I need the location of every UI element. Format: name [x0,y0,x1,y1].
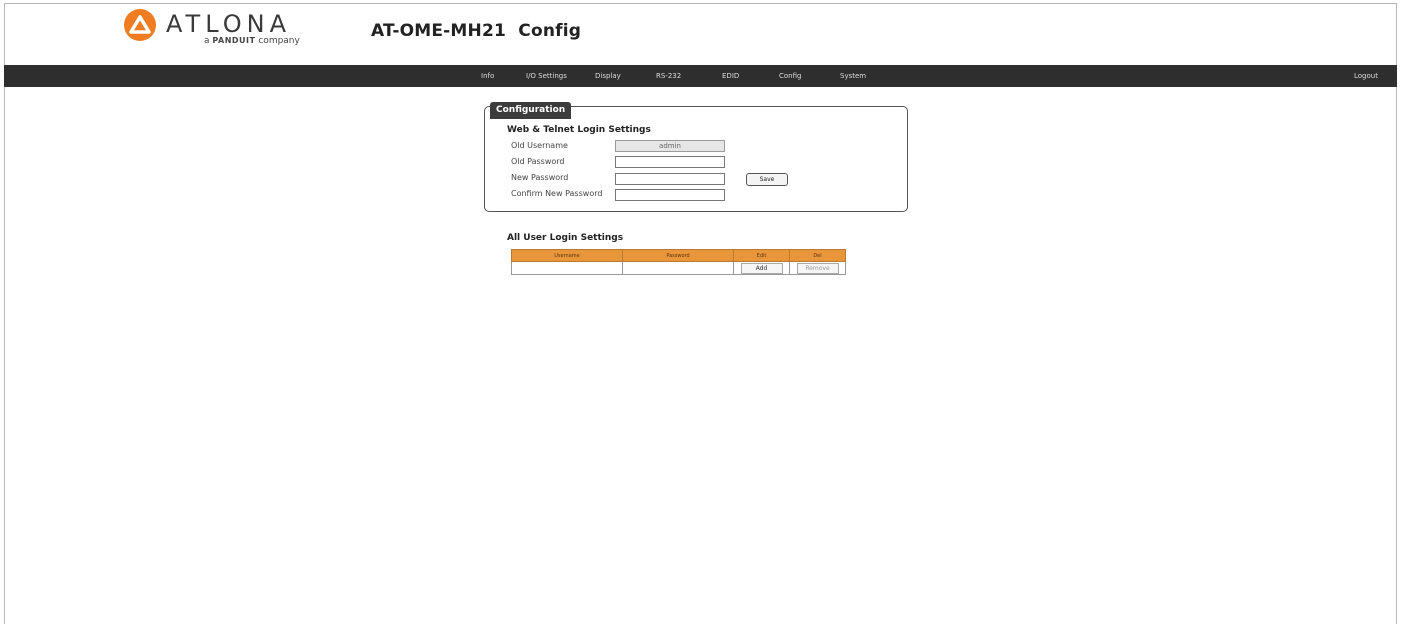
nav-info[interactable]: Info [481,65,494,87]
old-password-label: Old Password [511,157,565,166]
confirm-password-label: Confirm New Password [511,189,603,198]
edit-cell: Add [733,261,790,275]
logo-tagline: a PANDUIT company [204,36,300,46]
table-header-row: Username Password Edit Del [511,249,846,262]
nav-edid[interactable]: EDID [722,65,739,87]
new-password-field[interactable] [615,173,725,185]
column-header-del: Del [789,249,846,262]
old-username-field [615,140,725,152]
del-cell: Remove [789,261,846,275]
old-password-field[interactable] [615,156,725,168]
atlona-logo-icon [124,9,156,41]
logout-link[interactable]: Logout [1354,65,1378,87]
save-button[interactable]: Save [746,173,788,186]
user-login-table: Username Password Edit Del Add Remove [511,249,846,275]
page-title: AT-OME-MH21 Config [371,21,582,41]
main-nav: Info I/O Settings Display RS-232 EDID Co… [4,65,1397,87]
column-header-username: Username [511,249,623,262]
remove-button[interactable]: Remove [796,262,839,274]
web-telnet-section-title: Web & Telnet Login Settings [507,125,651,135]
column-header-password: Password [622,249,734,262]
column-header-edit: Edit [733,249,790,262]
password-cell [622,261,734,275]
new-password-label: New Password [511,173,569,182]
old-username-label: Old Username [511,141,568,150]
page-frame [4,3,1397,624]
nav-config[interactable]: Config [779,65,801,87]
username-cell [511,261,623,275]
nav-io-settings[interactable]: I/O Settings [526,65,567,87]
table-row: Add Remove [511,261,846,275]
configuration-tab: Configuration [490,102,572,119]
add-button[interactable]: Add [740,262,783,274]
nav-system[interactable]: System [840,65,866,87]
logo-wordmark: ATLONA [166,10,291,38]
confirm-password-field[interactable] [615,189,725,201]
nav-rs232[interactable]: RS-232 [656,65,681,87]
atlona-logo: ATLONA a PANDUIT company [122,7,302,47]
all-user-section-title: All User Login Settings [507,233,624,243]
nav-display[interactable]: Display [595,65,621,87]
